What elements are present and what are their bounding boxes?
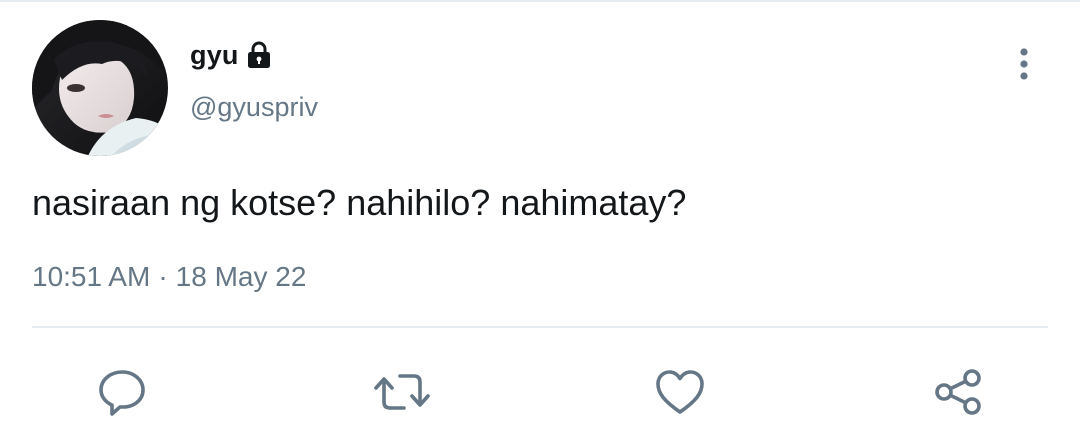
reply-button[interactable] <box>94 364 150 420</box>
meta-separator: · <box>158 261 168 292</box>
share-icon <box>935 369 981 415</box>
actions-divider <box>32 326 1048 328</box>
heart-icon <box>656 370 704 414</box>
reply-icon <box>99 370 145 416</box>
tweet-time[interactable]: 10:51 AM <box>32 261 150 292</box>
share-button[interactable] <box>930 364 986 420</box>
display-name-row: gyu <box>190 36 271 74</box>
tweet-detail: gyu @gyuspriv nasiraan ng kotse? nahihil… <box>0 0 1080 448</box>
avatar[interactable] <box>32 20 168 156</box>
like-button[interactable] <box>652 364 708 420</box>
retweet-icon <box>374 374 430 410</box>
display-name[interactable]: gyu <box>190 40 239 71</box>
user-handle[interactable]: @gyuspriv <box>190 92 318 123</box>
top-divider <box>0 0 1080 2</box>
retweet-button[interactable] <box>374 364 430 420</box>
tweet-meta: 10:51 AM · 18 May 22 <box>32 261 306 293</box>
lock-icon <box>247 41 271 69</box>
tweet-date[interactable]: 18 May 22 <box>176 261 307 292</box>
tweet-text: nasiraan ng kotse? nahihilo? nahimatay? <box>32 182 687 223</box>
more-vertical-icon[interactable] <box>1010 46 1038 86</box>
